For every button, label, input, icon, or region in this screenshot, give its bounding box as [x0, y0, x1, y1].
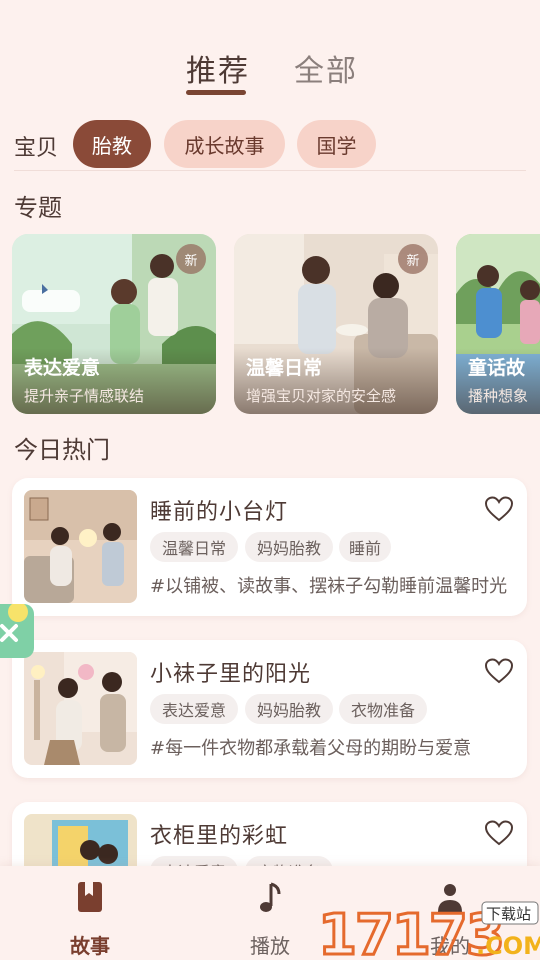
music-note-icon: [260, 882, 281, 912]
nav-item-stories[interactable]: 故事: [45, 878, 135, 958]
category-pill-classics[interactable]: 国学: [297, 120, 376, 168]
story-tag: 衣物准备: [339, 694, 427, 724]
nav-label: 故事: [70, 934, 110, 958]
category-row: 宝贝 胎教 成长故事 国学: [0, 120, 540, 168]
category-pill-prenatal[interactable]: 胎教: [73, 120, 151, 168]
story-card[interactable]: 衣柜里的彩虹 表达爱意 衣物准备: [12, 802, 527, 866]
active-tab-indicator: [186, 90, 246, 95]
floating-assistant-button[interactable]: [0, 604, 34, 658]
category-label: 宝贝: [14, 136, 59, 161]
story-card[interactable]: 小袜子里的阳光 表达爱意 妈妈胎教 衣物准备 #每一件衣物都承载着父母的期盼与爱…: [12, 640, 527, 778]
new-badge: 新: [398, 244, 428, 274]
story-tag: 妈妈胎教: [245, 532, 333, 562]
category-pill-growth[interactable]: 成长故事: [164, 120, 285, 168]
topic-card-love[interactable]: 新 表达爱意 提升亲子情感联结: [12, 234, 216, 414]
story-tag: 睡前: [339, 532, 391, 562]
story-tag: 衣物准备: [245, 856, 333, 866]
story-tag: 妈妈胎教: [245, 694, 333, 724]
heart-icon[interactable]: [485, 820, 513, 846]
topic-title: 温馨日常: [246, 357, 323, 379]
book-icon: [78, 882, 102, 912]
hot-title: 今日热门: [14, 436, 110, 464]
topic-card-fairytale[interactable]: 童话故 播种想象: [456, 234, 540, 414]
topic-subtitle: 提升亲子情感联结: [24, 387, 145, 405]
nav-label: 播放: [250, 934, 290, 958]
story-thumbnail: [24, 490, 137, 603]
story-title: 睡前的小台灯: [150, 500, 289, 525]
nav-item-play[interactable]: 播放: [225, 878, 315, 958]
story-title: 衣柜里的彩虹: [150, 824, 289, 849]
story-description: #每一件衣物都承载着父母的期盼与爱意: [150, 738, 472, 759]
story-thumbnail: [24, 814, 137, 866]
story-title: 小袜子里的阳光: [150, 662, 312, 687]
story-tag: 温馨日常: [150, 532, 238, 562]
heart-icon[interactable]: [485, 496, 513, 522]
tab-recommend[interactable]: 推荐: [186, 46, 250, 90]
top-tabs: 推荐 全部: [0, 46, 540, 102]
story-card[interactable]: 睡前的小台灯 温馨日常 妈妈胎教 睡前 #以铺被、读故事、摆袜子勾勒睡前温馨时光: [12, 478, 527, 616]
tools-icon: [0, 604, 28, 642]
heart-icon[interactable]: [485, 658, 513, 684]
tab-all[interactable]: 全部: [294, 46, 358, 90]
topic-title: 表达爱意: [24, 357, 101, 379]
topic-subtitle: 播种想象: [468, 387, 529, 405]
topic-subtitle: 增强宝贝对家的安全感: [246, 387, 397, 405]
site-watermark-logo: 17173 下载站 .COM: [317, 901, 540, 960]
topic-title: 童话故: [468, 357, 526, 379]
story-tag: 表达爱意: [150, 856, 238, 866]
divider: [14, 170, 526, 171]
story-thumbnail: [24, 652, 137, 765]
new-badge: 新: [176, 244, 206, 274]
topics-title: 专题: [14, 194, 62, 222]
svg-text:.COM: .COM: [476, 932, 540, 960]
story-tag: 表达爱意: [150, 694, 238, 724]
topic-card-daily[interactable]: 新 温馨日常 增强宝贝对家的安全感: [234, 234, 438, 414]
svg-text:下载站: 下载站: [486, 905, 531, 923]
story-description: #以铺被、读故事、摆袜子勾勒睡前温馨时光: [150, 576, 508, 597]
